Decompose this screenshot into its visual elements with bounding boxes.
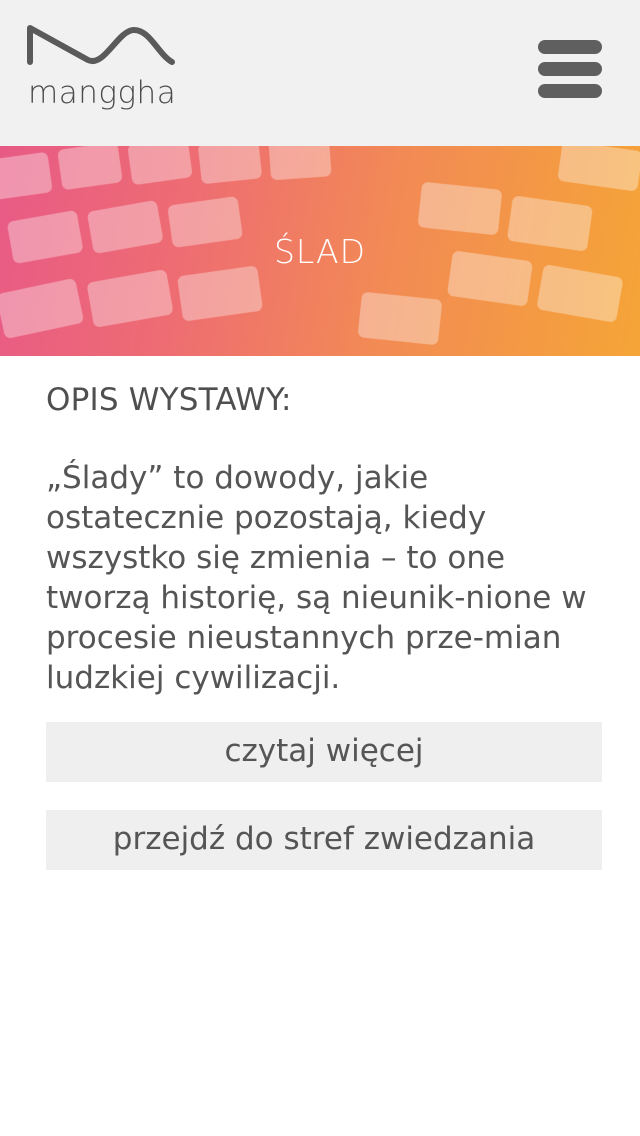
manggha-logo[interactable]: manggha [26,20,176,115]
logo-text: manggha [28,75,177,111]
section-heading: OPIS WYSTAWY: [46,382,292,418]
hamburger-menu-icon[interactable] [538,38,604,102]
app-header: manggha [0,0,640,146]
menu-bar-middle [538,62,602,76]
menu-bar-bottom [538,84,602,98]
read-more-button[interactable]: czytaj więcej [46,722,602,782]
wave-logo-icon [27,25,175,65]
exhibition-description: „Ślady” to dowody, jakie ostatecznie poz… [46,460,587,696]
exhibition-title: ŚLAD [273,232,367,271]
exhibition-description-section: OPIS WYSTAWY: „Ślady” to dowody, jakie o… [46,378,602,698]
hero-banner: ŚLAD [0,146,640,356]
visit-zones-button[interactable]: przejdź do stref zwiedzania [46,810,602,870]
menu-bar-top [538,40,602,54]
